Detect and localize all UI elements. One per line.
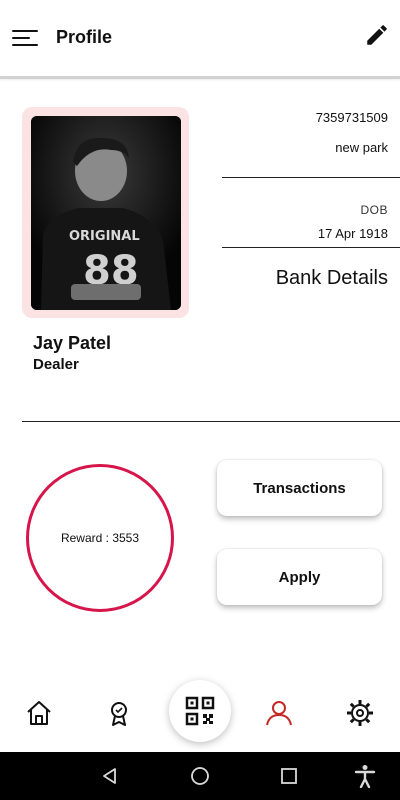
qr-scan-button[interactable] [169, 680, 231, 742]
reward-text: Reward : 3553 [60, 531, 140, 545]
home-icon[interactable] [24, 698, 54, 728]
dob-label: DOB [360, 203, 388, 217]
page-title: Profile [56, 27, 113, 47]
recents-icon[interactable] [280, 767, 298, 785]
qr-code-icon [185, 696, 215, 726]
dob-value: 17 Apr 1918 [317, 226, 388, 241]
bank-details-link[interactable]: Bank Details [276, 267, 388, 290]
phone-number: 7359731509 [315, 110, 388, 125]
accessibility-icon[interactable] [354, 764, 376, 789]
back-icon[interactable] [100, 766, 120, 786]
info-divider [222, 177, 400, 178]
profile-icon[interactable] [264, 698, 294, 728]
settings-icon[interactable] [345, 698, 375, 728]
pencil-icon[interactable] [364, 22, 390, 48]
section-divider [22, 421, 400, 422]
transactions-button[interactable]: Transactions [217, 460, 382, 516]
profile-photo: ORIGINAL 88 [31, 116, 181, 310]
address: new park [335, 140, 388, 155]
badge-icon[interactable] [104, 698, 134, 728]
info-divider [222, 247, 400, 248]
user-role: Dealer [33, 356, 79, 373]
shirt-print-text: ORIGINAL [69, 229, 140, 244]
menu-icon[interactable] [12, 30, 40, 46]
home-circle-icon[interactable] [190, 766, 210, 786]
user-name: Jay Patel [33, 333, 112, 353]
apply-button[interactable]: Apply [217, 549, 382, 605]
